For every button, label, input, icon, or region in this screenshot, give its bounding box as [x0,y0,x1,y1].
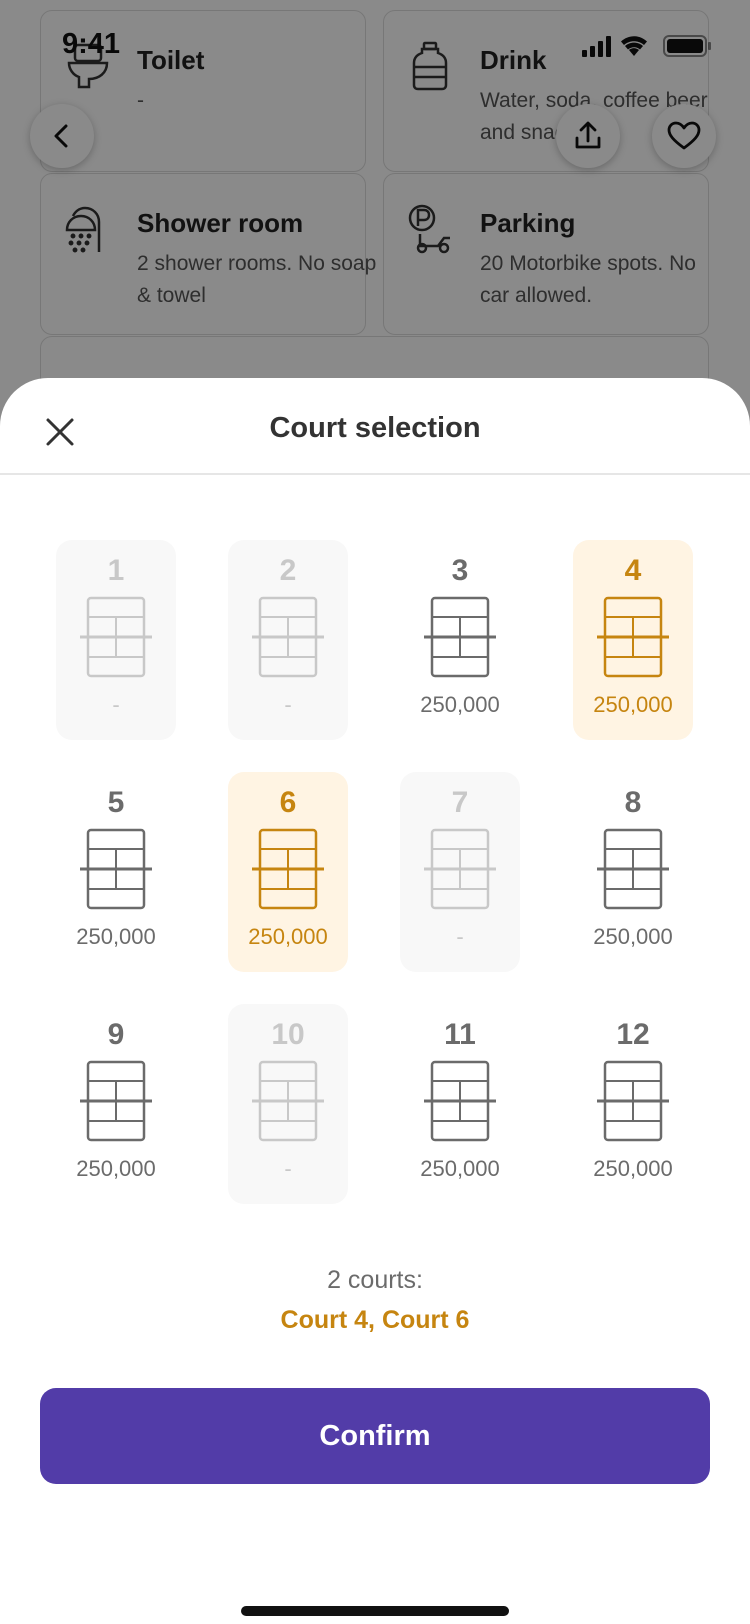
court-price: - [112,692,120,717]
court-number: 10 [271,1018,305,1051]
sheet-header: Court selection [0,378,750,475]
court-icon [597,596,669,678]
confirm-button[interactable]: Confirm [40,1388,710,1484]
court-icon [424,828,496,910]
court-selection-sheet: Court selection 1-2-3 250,000 4 250,000 5 250… [0,378,750,1624]
court-price: - [456,924,464,949]
court-number: 4 [624,554,642,587]
court-number: 9 [107,1018,125,1051]
court-price: - [284,692,292,717]
court-card-2: 2- [228,540,348,740]
court-card-5[interactable]: 5 250,000 [56,772,176,972]
court-icon [252,1060,324,1142]
court-card-11[interactable]: 11 250,000 [400,1004,520,1204]
court-icon [252,828,324,910]
court-price: - [284,1156,292,1181]
court-price: 250,000 [248,924,328,949]
court-price: 250,000 [76,924,156,949]
court-number: 2 [279,554,297,587]
court-price: 250,000 [593,924,673,949]
court-price: 250,000 [420,692,500,717]
court-price: 250,000 [76,1156,156,1181]
court-card-8[interactable]: 8 250,000 [573,772,693,972]
court-price: 250,000 [420,1156,500,1181]
court-number: 6 [279,786,297,819]
court-card-3[interactable]: 3 250,000 [400,540,520,740]
court-icon [597,1060,669,1142]
court-price: 250,000 [593,692,673,717]
close-icon[interactable] [40,412,80,452]
selection-count: 2 courts: [327,1266,423,1294]
court-icon [252,596,324,678]
court-card-1: 1- [56,540,176,740]
court-number: 8 [624,786,642,819]
court-number: 5 [107,786,125,819]
court-icon [80,1060,152,1142]
court-number: 11 [444,1018,476,1051]
court-price: 250,000 [593,1156,673,1181]
court-icon [80,828,152,910]
court-icon [597,828,669,910]
court-icon [424,1060,496,1142]
court-number: 7 [451,786,469,819]
court-card-10: 10 - [228,1004,348,1204]
court-card-12[interactable]: 12 250,000 [573,1004,693,1204]
court-card-7: 7- [400,772,520,972]
court-number: 1 [107,554,125,587]
court-icon [80,596,152,678]
court-icon [424,596,496,678]
court-number: 3 [451,554,469,587]
home-indicator [241,1606,509,1616]
court-number: 12 [616,1018,650,1051]
court-card-6[interactable]: 6 250,000 [228,772,348,972]
selected-courts: Court 4, Court 6 [280,1306,470,1334]
court-card-9[interactable]: 9 250,000 [56,1004,176,1204]
court-card-4[interactable]: 4 250,000 [573,540,693,740]
sheet-title: Court selection [269,412,481,444]
